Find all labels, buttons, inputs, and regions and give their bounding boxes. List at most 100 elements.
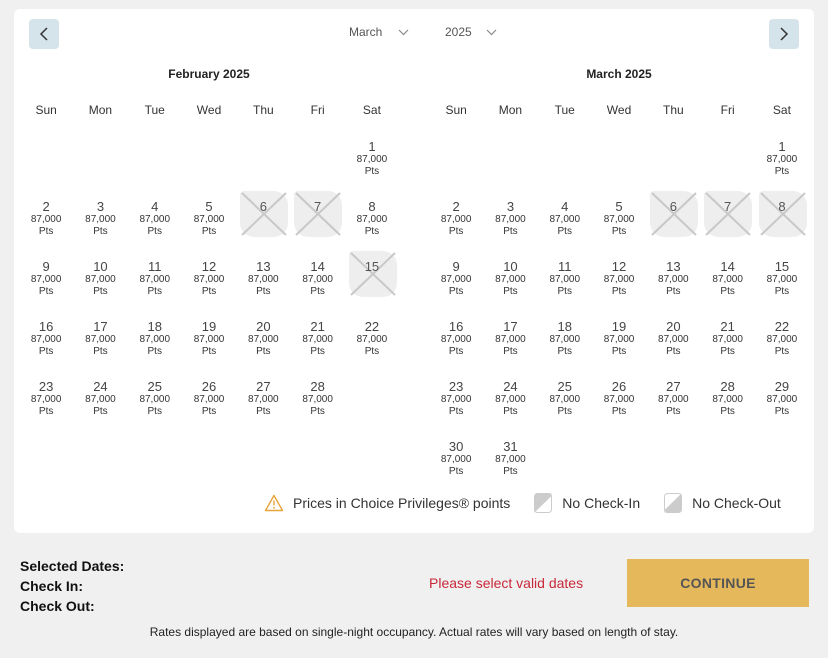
day-cell[interactable]: 24 87,000 Pts: [483, 371, 537, 431]
day-cell[interactable]: 21 87,000 Pts: [700, 311, 754, 371]
day-price-unit: Pts: [38, 226, 54, 237]
day-cell[interactable]: 12 87,000 Pts: [182, 251, 236, 311]
day-cell-unavailable: 15: [345, 251, 399, 311]
continue-button[interactable]: CONTINUE: [627, 559, 809, 607]
day-cell[interactable]: 31 87,000 Pts: [483, 431, 537, 491]
day-price: 87,000: [30, 334, 62, 345]
weekday-label: Thu: [252, 103, 274, 117]
previous-month-button[interactable]: [29, 19, 59, 49]
day-cell[interactable]: 28 87,000 Pts: [290, 371, 344, 431]
day-cell[interactable]: 24 87,000 Pts: [73, 371, 127, 431]
day-cell[interactable]: 8 87,000 Pts: [345, 191, 399, 251]
day-cell[interactable]: 27 87,000 Pts: [236, 371, 290, 431]
legend-no-checkin: No Check-In: [534, 493, 640, 513]
day-cell[interactable]: 20 87,000 Pts: [646, 311, 700, 371]
day-cell[interactable]: 4 87,000 Pts: [538, 191, 592, 251]
day-price: 87,000: [356, 214, 388, 225]
day-price-unit: Pts: [93, 226, 108, 237]
unavailable-x-icon: [705, 192, 752, 236]
legend-points: Prices in Choice Privileges® points: [264, 494, 510, 512]
day-number: 3: [506, 199, 515, 214]
day-number: 15: [364, 259, 380, 274]
day-cell[interactable]: 18 87,000 Pts: [128, 311, 182, 371]
weekday-label: Fri: [720, 103, 735, 117]
day-cell[interactable]: 16 87,000 Pts: [19, 311, 73, 371]
day-number: 10: [93, 259, 108, 274]
day-cell[interactable]: 19 87,000 Pts: [592, 311, 646, 371]
day-cell[interactable]: 20 87,000 Pts: [236, 311, 290, 371]
day-number: 23: [38, 379, 54, 394]
day-cell[interactable]: 2 87,000 Pts: [19, 191, 73, 251]
day-cell[interactable]: 19 87,000 Pts: [182, 311, 236, 371]
empty-day-cell: [538, 131, 592, 191]
next-month-button[interactable]: [769, 19, 799, 49]
day-cell[interactable]: 11 87,000 Pts: [538, 251, 592, 311]
day-number: 8: [368, 199, 376, 214]
day-cell[interactable]: 17 87,000 Pts: [73, 311, 127, 371]
check-out-label: Check Out:: [20, 598, 95, 614]
day-cell[interactable]: 21 87,000 Pts: [290, 311, 344, 371]
weekday-label: Tue: [144, 103, 165, 117]
day-cell[interactable]: 5 87,000 Pts: [592, 191, 646, 251]
day-price-unit: Pts: [448, 226, 464, 237]
day-cell[interactable]: 26 87,000 Pts: [182, 371, 236, 431]
day-cell[interactable]: 28 87,000 Pts: [700, 371, 754, 431]
day-cell[interactable]: 14 87,000 Pts: [700, 251, 754, 311]
warning-icon: [264, 494, 284, 512]
day-cell[interactable]: 18 87,000 Pts: [538, 311, 592, 371]
day-cell[interactable]: 30 87,000 Pts: [429, 431, 483, 491]
day-price: 87,000: [440, 394, 472, 405]
day-price-unit: Pts: [310, 286, 325, 297]
day-price: 87,000: [549, 394, 581, 405]
day-cell[interactable]: 3 87,000 Pts: [73, 191, 127, 251]
day-cell[interactable]: 22 87,000 Pts: [345, 311, 399, 371]
weekday-label: Sat: [362, 103, 381, 117]
day-cell[interactable]: 23 87,000 Pts: [19, 371, 73, 431]
day-cell[interactable]: 10 87,000 Pts: [483, 251, 537, 311]
day-price-unit: Pts: [557, 346, 572, 357]
day-cell[interactable]: 23 87,000 Pts: [429, 371, 483, 431]
day-cell[interactable]: 27 87,000 Pts: [646, 371, 700, 431]
day-cell-unavailable: 7: [700, 191, 754, 251]
day-number: 17: [93, 319, 108, 334]
weekday-label: Sat: [772, 103, 791, 117]
month-select[interactable]: March: [349, 25, 409, 39]
day-cell[interactable]: 9 87,000 Pts: [19, 251, 73, 311]
day-cell[interactable]: 29 87,000 Pts: [755, 371, 809, 431]
day-cell[interactable]: 1 87,000 Pts: [755, 131, 809, 191]
day-cell[interactable]: 11 87,000 Pts: [128, 251, 182, 311]
day-cell[interactable]: 5 87,000 Pts: [182, 191, 236, 251]
day-price-unit: Pts: [611, 346, 627, 357]
day-cell[interactable]: 9 87,000 Pts: [429, 251, 483, 311]
day-price-unit: Pts: [503, 226, 518, 237]
month-february: February 2025 Sun Mon Tue Wed Thu Fri Sa…: [19, 67, 399, 431]
day-cell[interactable]: 4 87,000 Pts: [128, 191, 182, 251]
day-price: 87,000: [440, 334, 472, 345]
day-cell[interactable]: 17 87,000 Pts: [483, 311, 537, 371]
day-cell[interactable]: 2 87,000 Pts: [429, 191, 483, 251]
day-cell[interactable]: 13 87,000 Pts: [646, 251, 700, 311]
day-cell[interactable]: 25 87,000 Pts: [538, 371, 592, 431]
day-cell[interactable]: 12 87,000 Pts: [592, 251, 646, 311]
day-number: 5: [615, 199, 623, 214]
empty-day-cell: [592, 131, 646, 191]
day-cell[interactable]: 25 87,000 Pts: [128, 371, 182, 431]
day-number: 6: [259, 199, 267, 214]
day-cell[interactable]: 13 87,000 Pts: [236, 251, 290, 311]
day-cell[interactable]: 10 87,000 Pts: [73, 251, 127, 311]
day-cell[interactable]: 3 87,000 Pts: [483, 191, 537, 251]
day-price-unit: Pts: [201, 346, 217, 357]
day-cell[interactable]: 22 87,000 Pts: [755, 311, 809, 371]
day-cell[interactable]: 1 87,000 Pts: [345, 131, 399, 191]
weekday-label: Fri: [310, 103, 325, 117]
day-cell[interactable]: 16 87,000 Pts: [429, 311, 483, 371]
year-select[interactable]: 2025: [445, 25, 497, 39]
empty-day-cell: [182, 131, 236, 191]
day-number: 11: [557, 259, 572, 274]
day-price-unit: Pts: [720, 406, 735, 417]
chevron-down-icon: [486, 29, 497, 35]
day-cell[interactable]: 14 87,000 Pts: [290, 251, 344, 311]
day-cell[interactable]: 15 87,000 Pts: [755, 251, 809, 311]
day-number: 9: [452, 259, 460, 274]
day-cell[interactable]: 26 87,000 Pts: [592, 371, 646, 431]
